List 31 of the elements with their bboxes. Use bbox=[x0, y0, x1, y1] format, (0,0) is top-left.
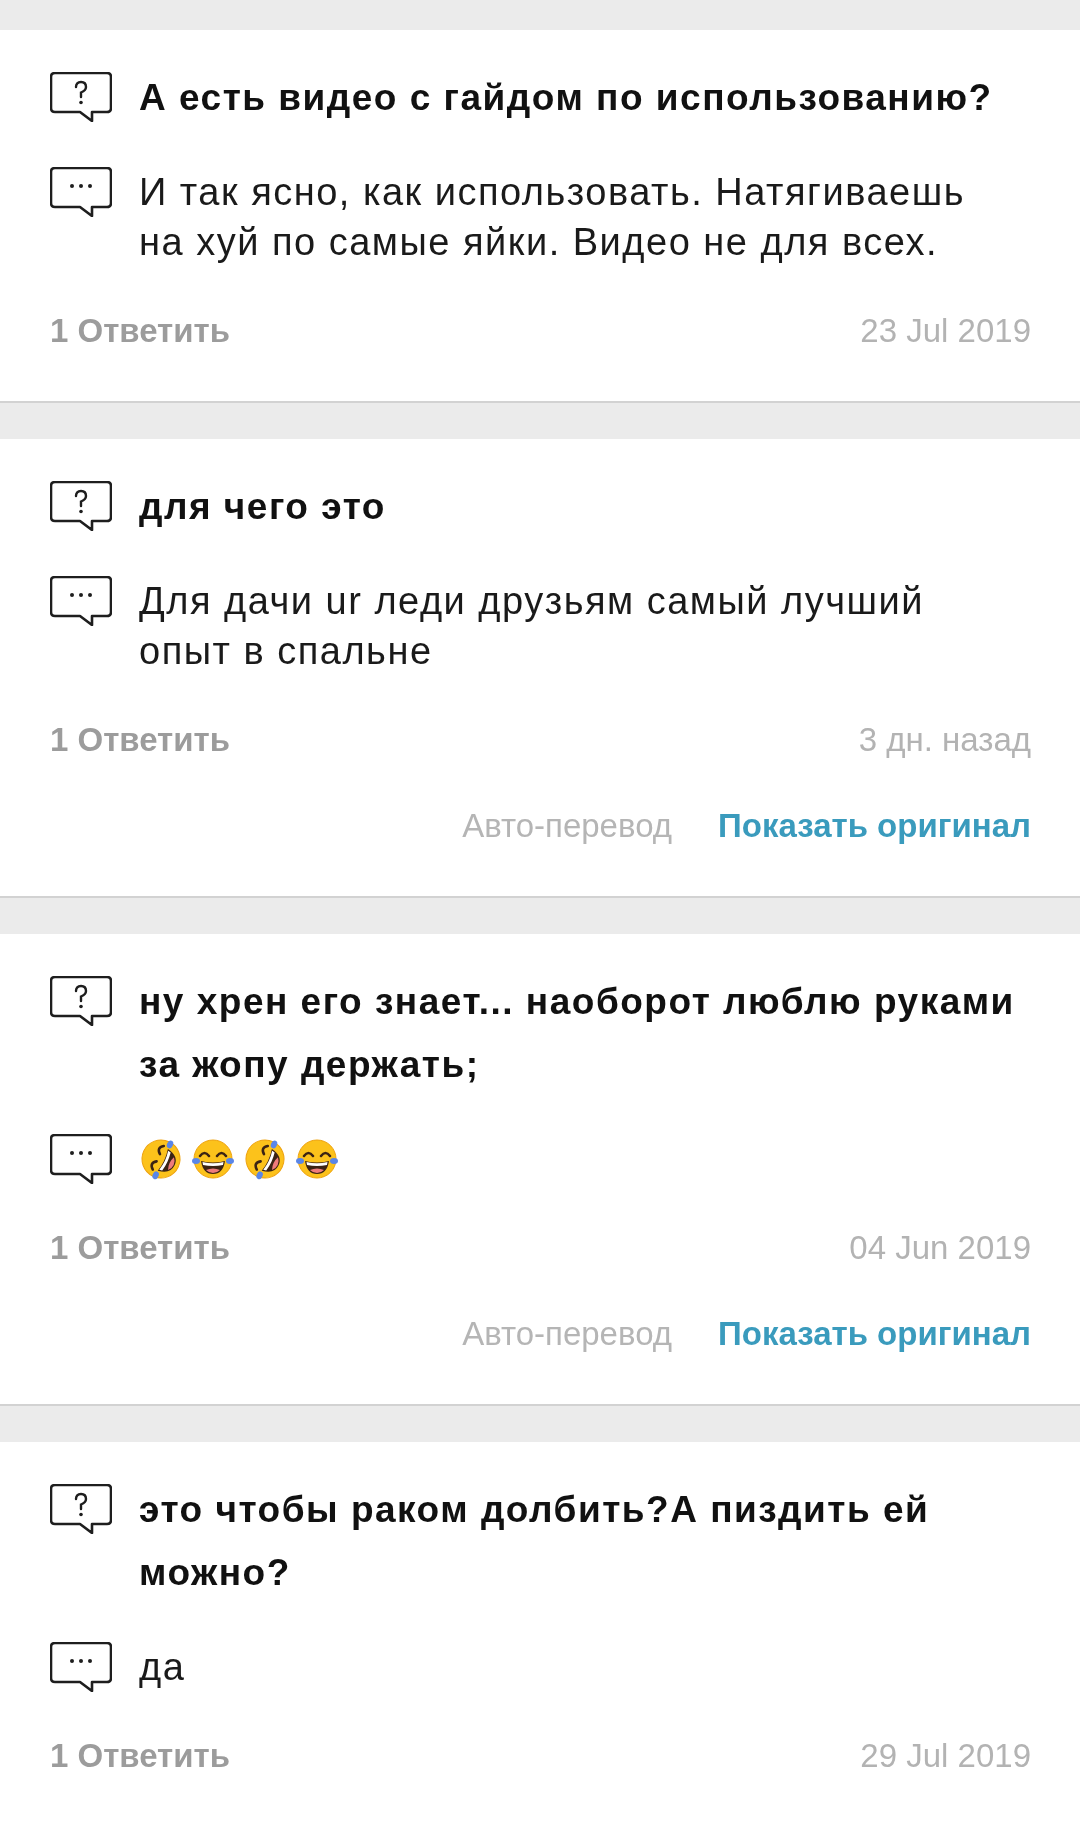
date-text: 04 Jun 2019 bbox=[849, 1228, 1031, 1268]
date-text: 3 дн. назад bbox=[858, 720, 1031, 760]
question-text: это чтобы раком долбить?А пиздить ей можно? bbox=[139, 1488, 931, 1595]
ellipsis-bubble-icon bbox=[50, 1134, 112, 1184]
question-bubble-icon bbox=[50, 976, 112, 1026]
question-text: для чего это bbox=[139, 485, 386, 529]
show-original-link[interactable]: Показать оригинал bbox=[718, 806, 1031, 846]
date-text: 29 Jul 2019 bbox=[860, 1736, 1031, 1776]
date-text: 23 Jul 2019 bbox=[860, 311, 1031, 351]
question-bubble-icon bbox=[50, 481, 112, 531]
question-text: А есть видео с гайдом по использованию? bbox=[139, 76, 993, 120]
answer-text: Для дачи ur леди друзьям самый лучший опыт в спальне bbox=[139, 579, 925, 674]
auto-translate-label: Авто-перевод bbox=[462, 806, 673, 846]
question-text: ну хрен его знает... наоборот люблю руками за жопу держать; bbox=[139, 980, 1016, 1087]
tilted-laughing-face-icon bbox=[139, 1137, 183, 1181]
ellipsis-bubble-icon bbox=[50, 576, 112, 626]
answer-text: И так ясно, как использовать. Натягиваешь на хуй по самые яйки. Видео не для всех. bbox=[139, 170, 966, 265]
answer-text: да bbox=[139, 1645, 186, 1690]
show-original-link[interactable]: Показать оригинал bbox=[718, 1314, 1031, 1354]
reply-button[interactable]: 1 Ответить bbox=[50, 1228, 231, 1268]
ellipsis-bubble-icon bbox=[50, 1642, 112, 1692]
auto-translate-label: Авто-перевод bbox=[462, 1314, 673, 1354]
question-bubble-icon bbox=[50, 72, 112, 122]
ellipsis-bubble-icon bbox=[50, 167, 112, 217]
laughing-face-icon bbox=[295, 1137, 339, 1181]
reply-button[interactable]: 1 Ответить bbox=[50, 311, 231, 351]
reply-button[interactable]: 1 Ответить bbox=[50, 1736, 231, 1776]
laughing-face-icon bbox=[191, 1137, 235, 1181]
tilted-laughing-face-icon bbox=[243, 1137, 287, 1181]
reply-button[interactable]: 1 Ответить bbox=[50, 720, 231, 760]
question-bubble-icon bbox=[50, 1484, 112, 1534]
